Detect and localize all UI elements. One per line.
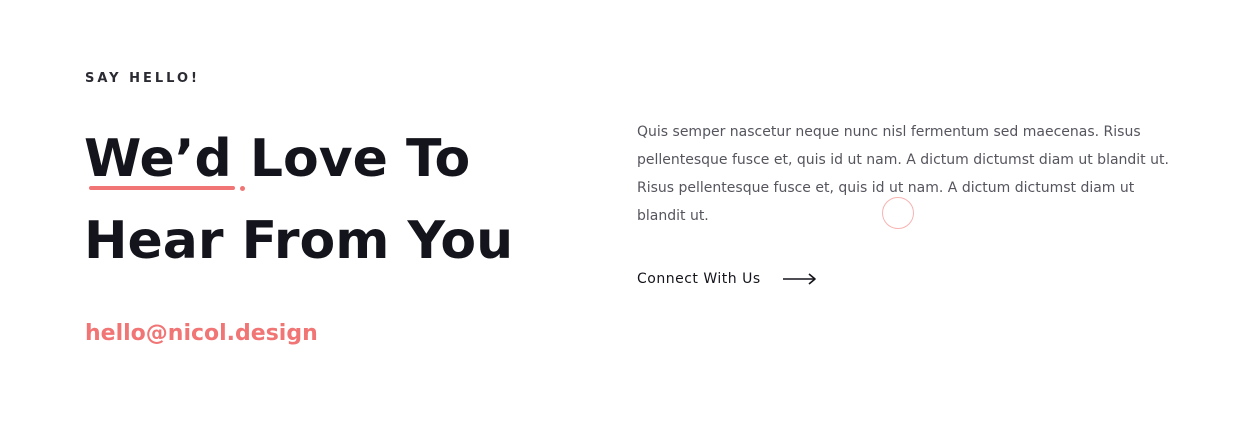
eyebrow-label: SAY HELLO! bbox=[85, 71, 200, 86]
connect-with-us-label: Connect With Us bbox=[637, 271, 761, 287]
email-link[interactable]: hello@nicol.design bbox=[85, 321, 318, 346]
headline-underline bbox=[89, 186, 235, 190]
connect-with-us-link[interactable]: Connect With Us bbox=[637, 271, 817, 287]
arrow-right-icon bbox=[782, 273, 817, 285]
headline: We’d Love To Hear From You bbox=[84, 118, 513, 282]
headline-line-2: Hear From You bbox=[84, 211, 514, 271]
headline-underline-dot bbox=[240, 186, 245, 191]
description-paragraph: Quis semper nascetur neque nunc nisl fer… bbox=[637, 124, 1169, 224]
